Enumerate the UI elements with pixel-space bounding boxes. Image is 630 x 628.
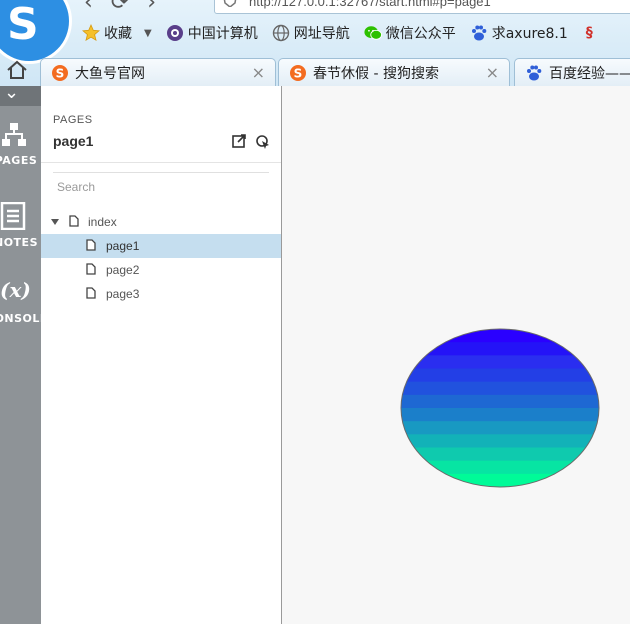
- bookmark-favorites[interactable]: 收藏 ▼: [82, 23, 152, 43]
- tree-node-label: page3: [106, 287, 140, 301]
- circle-eye-icon: [166, 24, 184, 42]
- gradient-band: [401, 381, 599, 396]
- gradient-band: [401, 460, 599, 475]
- rail-item-notes[interactable]: NOTES: [0, 202, 41, 252]
- tree-node-page1[interactable]: page1: [41, 234, 281, 258]
- baidu-paw-icon: [527, 65, 542, 80]
- overflow-bookmark-icon[interactable]: §: [586, 25, 593, 41]
- close-tab-icon[interactable]: ×: [486, 63, 499, 82]
- bookmark-item[interactable]: 微信公众平: [364, 23, 456, 43]
- svg-text:S: S: [294, 66, 303, 80]
- notes-icon: [0, 202, 26, 230]
- gradient-band: [401, 473, 599, 487]
- rail-label: PAGES: [0, 154, 38, 167]
- browser-tab[interactable]: S 大鱼号官网 ×: [40, 58, 276, 86]
- divider: [41, 162, 281, 163]
- gradient-band: [401, 408, 599, 422]
- tree-node-label: page1: [106, 239, 140, 253]
- open-in-new-icon[interactable]: [231, 133, 247, 149]
- svg-text:S: S: [56, 66, 65, 80]
- tree-node-label: page2: [106, 263, 140, 277]
- home-icon[interactable]: [6, 60, 28, 80]
- baidu-paw-icon: [470, 24, 488, 42]
- sitemap-icon: [2, 123, 26, 146]
- sogou-icon: S: [52, 64, 68, 81]
- rail-label: NOTES: [0, 236, 38, 249]
- star-icon: [82, 24, 100, 42]
- gradient-band: [401, 421, 599, 435]
- caret-down-icon[interactable]: [51, 219, 59, 225]
- bookmark-item[interactable]: 中国计算机: [166, 23, 258, 43]
- pages-panel: PAGES page1 index page1 page2 page3: [41, 86, 282, 624]
- bookmark-item[interactable]: 求axure8.1: [470, 23, 568, 43]
- wechat-icon: [364, 24, 382, 42]
- page-icon: [69, 215, 79, 227]
- gradient-band: [401, 342, 599, 356]
- chevron-down-icon: ⌄: [4, 82, 20, 103]
- address-text: http://127.0.0.1:32767/start.html#p=page…: [249, 0, 491, 9]
- rail-label: CONSOLE: [0, 312, 48, 325]
- prototype-canvas: [400, 328, 600, 488]
- gradient-band: [401, 355, 599, 370]
- browser-chrome: S ‹⟳› http://127.0.0.1:32767/start.html#…: [0, 0, 630, 86]
- bookmark-item[interactable]: 网址导航: [272, 23, 350, 43]
- gradient-band: [401, 368, 599, 383]
- gradient-band: [401, 329, 599, 343]
- gradient-band: [401, 394, 599, 409]
- close-tab-icon[interactable]: ×: [252, 63, 265, 82]
- gradient-band: [401, 434, 599, 449]
- rail-item-console[interactable]: (x) CONSOLE: [0, 278, 47, 328]
- browser-tab[interactable]: 百度经验——: [514, 58, 630, 86]
- globe-icon: [272, 24, 290, 42]
- sogou-browser-logo[interactable]: S: [0, 0, 72, 64]
- tab-strip: S 大鱼号官网 × S 春节休假 - 搜狗搜索 × 百度经验——: [0, 56, 630, 86]
- gradient-band: [401, 447, 599, 462]
- axure-viewer: ⌄ PAGES NOTES (x) CONSOLE PAGES page1 in…: [0, 82, 630, 624]
- collapse-toggle[interactable]: ⌄: [0, 82, 41, 106]
- bookmark-label: 求axure8.1: [491, 26, 568, 42]
- current-page-title: page1: [53, 133, 94, 149]
- rail-item-pages[interactable]: PAGES: [0, 122, 41, 172]
- bookmark-label: 收藏: [104, 26, 132, 42]
- page-icon: [86, 239, 96, 251]
- page-icon: [86, 263, 96, 275]
- address-bar[interactable]: http://127.0.0.1:32767/start.html#p=page…: [214, 0, 630, 14]
- sidebar-rail: ⌄ PAGES NOTES (x) CONSOLE: [0, 82, 47, 624]
- tab-title: 百度经验——: [549, 65, 630, 82]
- caret-down-icon[interactable]: ▼: [144, 28, 152, 39]
- sogou-icon: S: [290, 64, 306, 81]
- tree-node-page3[interactable]: page3: [41, 282, 281, 306]
- bookmark-label: 中国计算机: [187, 26, 258, 42]
- tree-node-label: index: [88, 215, 117, 229]
- shield-icon: [223, 0, 237, 7]
- browser-tab[interactable]: S 春节休假 - 搜狗搜索 ×: [278, 58, 510, 86]
- page-search-input[interactable]: [53, 172, 269, 194]
- page-canvas: [282, 86, 630, 624]
- bookmark-label: 微信公众平: [385, 26, 456, 42]
- nav-buttons[interactable]: ‹⟳›: [84, 0, 174, 15]
- pages-heading: PAGES: [53, 114, 93, 126]
- bookmark-label: 网址导航: [293, 26, 350, 42]
- tab-title: 大鱼号官网: [75, 65, 145, 82]
- page-icon: [86, 287, 96, 299]
- tree-node-page2[interactable]: page2: [41, 258, 281, 282]
- tab-title: 春节休假 - 搜狗搜索: [313, 65, 439, 82]
- variable-icon: (x): [0, 278, 31, 302]
- locate-page-icon[interactable]: [255, 133, 271, 149]
- tree-node-index[interactable]: index: [41, 210, 281, 234]
- bookmark-bar: 收藏 ▼ 中国计算机 网址导航 微信公众平 求axure8.1 §: [82, 22, 593, 44]
